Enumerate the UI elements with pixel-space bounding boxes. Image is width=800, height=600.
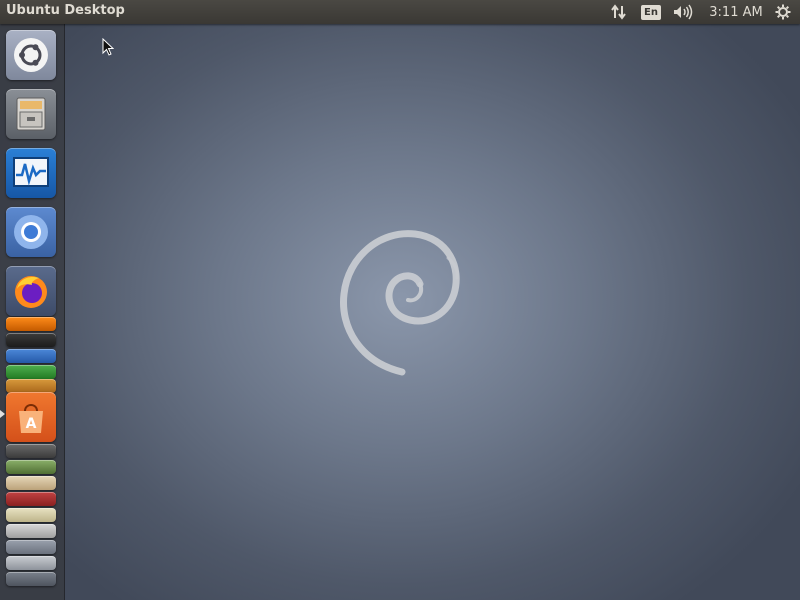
keyboard-layout-label: En bbox=[641, 4, 661, 20]
vlc-button[interactable] bbox=[6, 317, 56, 331]
updater-button[interactable] bbox=[6, 444, 56, 458]
system-monitor-button[interactable] bbox=[6, 148, 56, 198]
desktop-background bbox=[0, 0, 800, 600]
dash-home-button[interactable] bbox=[6, 30, 56, 80]
notes-button[interactable] bbox=[6, 492, 56, 506]
calc-button[interactable] bbox=[6, 365, 56, 379]
debian-swirl-logo bbox=[340, 230, 460, 376]
files-button[interactable] bbox=[6, 89, 56, 139]
chromium-icon bbox=[14, 215, 48, 249]
tweak-button[interactable] bbox=[6, 476, 56, 490]
mouse-cursor-icon bbox=[102, 38, 114, 56]
text-editor-button[interactable] bbox=[6, 508, 56, 522]
session-gear-icon[interactable] bbox=[772, 0, 794, 24]
file-cabinet-icon bbox=[16, 97, 46, 131]
software-center-button[interactable]: A bbox=[6, 392, 56, 442]
system-monitor-icon bbox=[13, 157, 49, 187]
disk-button[interactable] bbox=[6, 540, 56, 554]
firefox-button[interactable] bbox=[6, 266, 56, 316]
keyboard-layout-indicator[interactable]: En bbox=[640, 0, 662, 24]
firefox-icon bbox=[15, 276, 47, 308]
trash-button[interactable] bbox=[6, 556, 56, 570]
clock[interactable]: 3:11 AM bbox=[704, 0, 768, 24]
writer-button[interactable] bbox=[6, 349, 56, 363]
terminal-button[interactable] bbox=[6, 333, 56, 347]
chromium-button[interactable] bbox=[6, 207, 56, 257]
mail-button[interactable] bbox=[6, 460, 56, 474]
sound-icon[interactable] bbox=[670, 0, 696, 24]
software-center-icon: A bbox=[19, 404, 43, 433]
network-icon[interactable] bbox=[606, 0, 632, 24]
ubuntu-logo-icon bbox=[14, 38, 48, 72]
svg-text:A: A bbox=[26, 416, 37, 432]
launcher: A bbox=[0, 24, 65, 600]
app-title: Ubuntu Desktop bbox=[6, 3, 125, 18]
launcher-item[interactable] bbox=[6, 572, 56, 586]
document-viewer-button[interactable] bbox=[6, 524, 56, 538]
running-indicator bbox=[0, 410, 5, 418]
top-panel: Ubuntu Desktop En 3:11 AM bbox=[0, 0, 800, 24]
impress-button[interactable] bbox=[6, 379, 56, 393]
